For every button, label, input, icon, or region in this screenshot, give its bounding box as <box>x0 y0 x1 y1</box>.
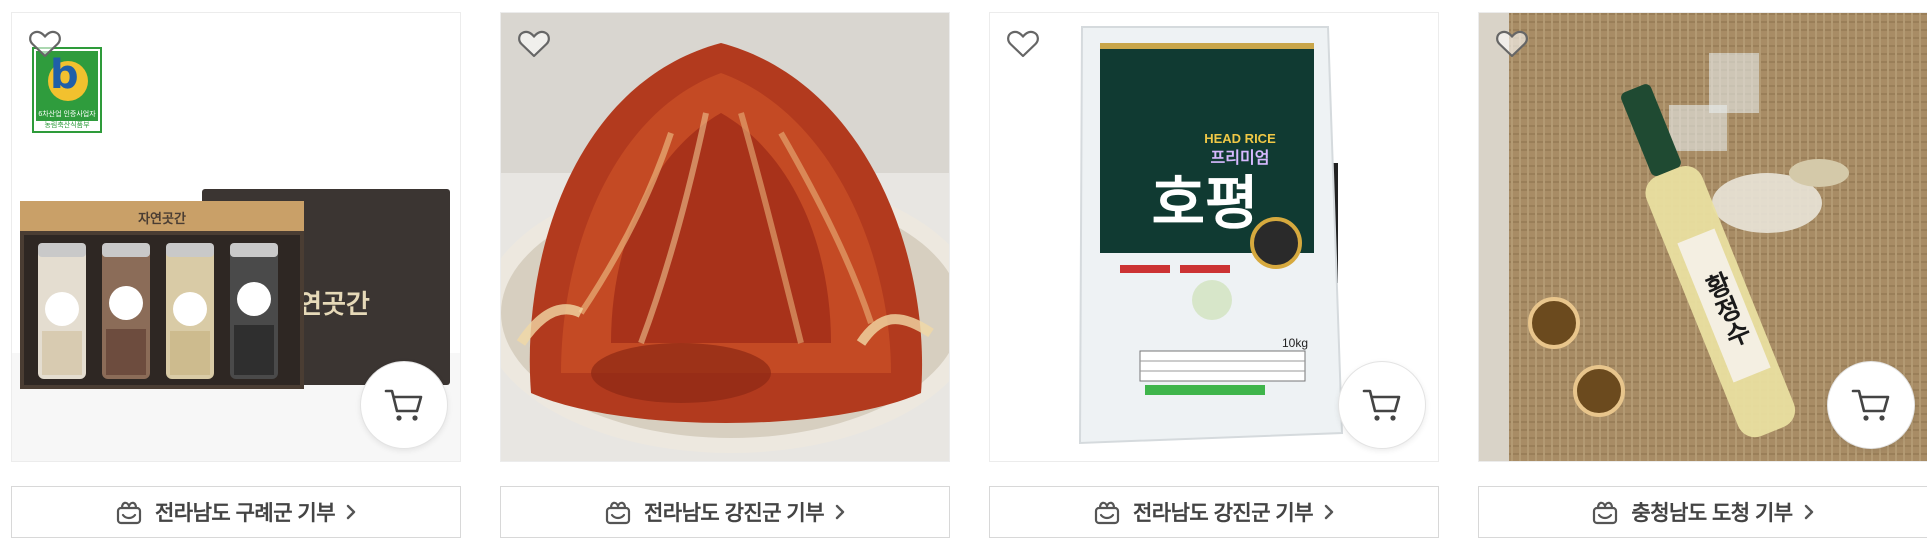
certification-badge: b 6차산업 인증사업자 농림축산식품부 <box>32 47 102 133</box>
product-card: 자연곳간 자연곳간 b 6차산업 인증사업자 농림축산식품부 전라남도 구례군 … <box>11 12 461 541</box>
product-image-link[interactable]: 자연곳간 자연곳간 b 6차산업 인증사업자 농림축산식품부 <box>11 12 461 462</box>
heart-outline-icon <box>1496 30 1528 58</box>
donation-region-label: 전라남도 강진군 기부 <box>1132 502 1314 525</box>
cart-icon <box>1362 389 1401 421</box>
wishlist-heart-icon[interactable] <box>28 29 62 59</box>
product-image-link[interactable]: HEAD RICE 프리미엄 호평 10kg <box>989 12 1439 462</box>
brand-text-front: 자연곳간 <box>138 211 186 227</box>
donation-region-button[interactable]: 전라남도 구례군 기부 <box>11 486 461 538</box>
add-to-cart-button[interactable] <box>1827 361 1915 449</box>
heart-outline-icon <box>518 30 550 58</box>
product-card: 황정수 충청남도 도청 기부 <box>1478 12 1927 541</box>
rice-badge-text: HEAD RICE <box>1204 131 1276 146</box>
certification-text: 6차산업 인증사업자 <box>36 109 98 121</box>
donation-region-button[interactable]: 전라남도 강진군 기부 <box>500 486 950 538</box>
add-to-cart-button[interactable] <box>360 361 448 449</box>
gift-hand-icon <box>1094 501 1120 525</box>
donation-region-button[interactable]: 전라남도 강진군 기부 <box>989 486 1439 538</box>
product-image-kimchi <box>501 13 949 461</box>
product-grid: 자연곳간 자연곳간 b 6차산업 인증사업자 농림축산식품부 전라남도 구례군 … <box>0 0 1927 541</box>
gift-hand-icon <box>1593 501 1618 525</box>
wishlist-heart-icon[interactable] <box>1006 29 1040 59</box>
chevron-right-icon <box>1804 504 1813 520</box>
heart-outline-icon <box>1007 30 1039 58</box>
rice-subtitle-text: 프리미엄 <box>1211 148 1270 167</box>
gift-hand-icon <box>116 501 142 525</box>
wishlist-heart-icon[interactable] <box>1495 29 1529 59</box>
donation-region-label: 전라남도 구례군 기부 <box>154 502 336 525</box>
chevron-right-icon <box>346 504 356 520</box>
product-card: 전라남도 강진군 기부 <box>500 12 950 541</box>
chevron-right-icon <box>835 504 845 520</box>
cart-icon <box>1851 389 1890 421</box>
wishlist-heart-icon[interactable] <box>517 29 551 59</box>
rice-weight-text: 10kg <box>1282 336 1308 350</box>
heart-outline-icon <box>29 30 61 58</box>
add-to-cart-button[interactable] <box>1338 361 1426 449</box>
chevron-right-icon <box>1324 504 1334 520</box>
donation-region-button[interactable]: 충청남도 도청 기부 <box>1478 486 1927 538</box>
certification-ministry: 농림축산식품부 <box>44 122 90 129</box>
product-card: HEAD RICE 프리미엄 호평 10kg 전라남도 강진군 기부 <box>989 12 1439 541</box>
rice-brand-text: 호평 <box>1152 169 1259 237</box>
product-image-link[interactable]: 황정수 <box>1478 12 1927 462</box>
donation-region-label: 충청남도 도청 기부 <box>1631 502 1793 525</box>
product-image-link[interactable] <box>500 12 950 462</box>
cart-icon <box>384 389 423 421</box>
donation-region-label: 전라남도 강진군 기부 <box>643 502 825 525</box>
gift-hand-icon <box>605 501 631 525</box>
